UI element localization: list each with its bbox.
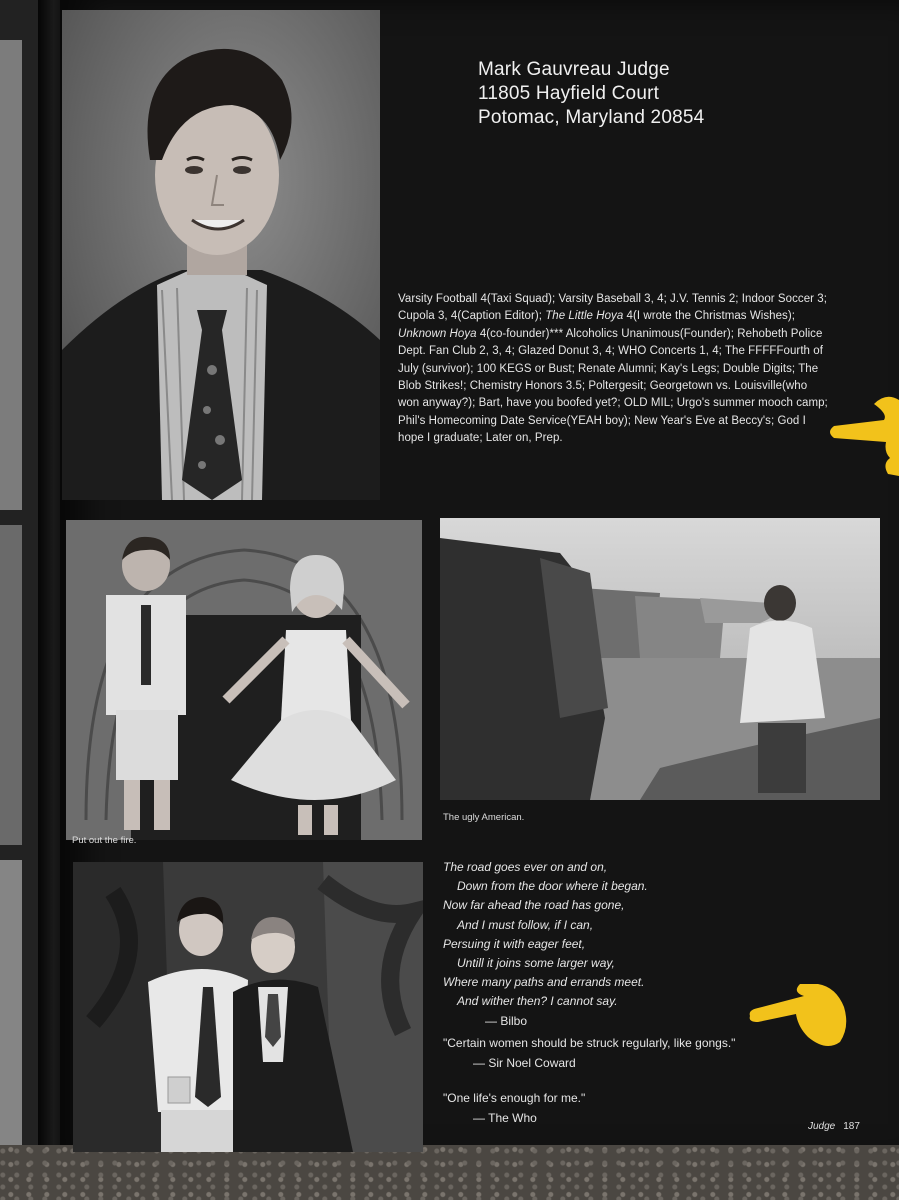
left-page-edge: [0, 0, 42, 1150]
quote-text: "Certain women should be struck regularl…: [443, 1036, 736, 1050]
quote-author: — Sir Noel Coward: [473, 1055, 576, 1070]
student-name: Mark Gauvreau Judge: [478, 59, 670, 80]
photo-caption: Put out the fire.: [72, 835, 137, 846]
section-name: Judge: [808, 1121, 836, 1132]
pointing-hand-icon: [830, 396, 899, 476]
photo-caption: The ugly American.: [443, 812, 525, 823]
quote-coward: "Certain women should be struck regularl…: [443, 1034, 735, 1073]
activities-list: Varsity Football 4(Taxi Squad); Varsity …: [398, 291, 830, 448]
childhood-fireplace-photo: [66, 520, 422, 840]
table-surface: [0, 1145, 899, 1200]
activities-text: 4(I wrote the Christmas Wishes);: [623, 310, 795, 323]
poem-line: And I must follow, if I can,: [457, 917, 594, 932]
publication-title: The Little Hoya: [545, 310, 624, 323]
left-page-photo-edge: [0, 40, 22, 510]
quote-text: "One life's enough for me.": [443, 1091, 586, 1105]
pointing-hand-icon: [749, 984, 847, 1046]
poem-line: Persuing it with eager feet,: [443, 936, 586, 951]
senior-portrait-photo: [62, 10, 380, 500]
publication-title: Unknown Hoya: [398, 327, 477, 340]
page-number: 187: [843, 1121, 860, 1132]
cliffs-of-moher-photo: [440, 518, 880, 800]
poem-line: Now far ahead the road has gone,: [443, 898, 625, 913]
party-photo: [73, 862, 423, 1152]
poem-line: Untill it joins some larger way,: [457, 956, 615, 971]
street-address: 11805 Hayfield Court: [478, 83, 660, 104]
city-state-zip: Potomac, Maryland 20854: [478, 107, 705, 128]
left-page-photo-edge: [0, 525, 22, 845]
page-footer: Judge 187: [808, 1121, 860, 1132]
quote-author: — The Who: [473, 1110, 537, 1125]
student-address: Mark Gauvreau Judge 11805 Hayfield Court…: [478, 58, 704, 130]
poem-line: The road goes ever on and on,: [443, 860, 608, 874]
quote-the-who: "One life's enough for me." — The Who: [443, 1089, 585, 1128]
poem-line: Down from the door where it began.: [457, 879, 648, 894]
activities-text: 4(co-founder)*** Alcoholics Unanimous(Fo…: [398, 327, 828, 445]
left-page-photo-edge: [0, 860, 22, 1150]
